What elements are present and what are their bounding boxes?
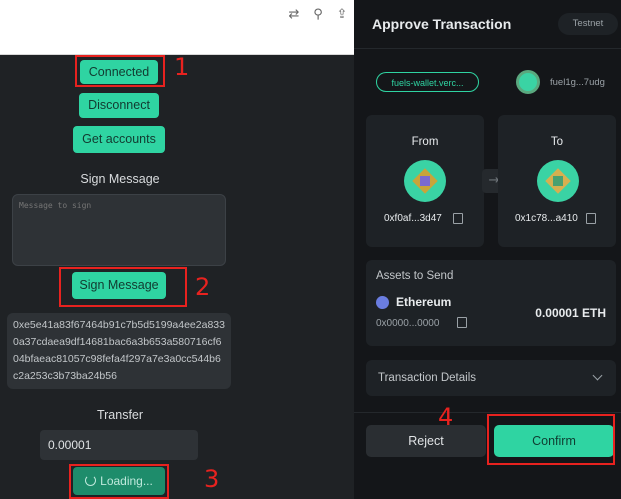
from-avatar — [404, 160, 446, 202]
annotation-number-3: 3 — [204, 465, 220, 493]
asset-amount: 0.00001 ETH — [535, 306, 606, 320]
assets-heading: Assets to Send — [376, 270, 454, 282]
annotation-number-1: 1 — [174, 53, 190, 81]
transfer-heading: Transfer — [96, 408, 144, 422]
account-avatar — [516, 70, 540, 94]
origin-badge: fuels-wallet.verc... — [376, 72, 479, 92]
signature-output: 0xe5e41a83f67464b91c7b5d5199a4ee2a8330a3… — [7, 313, 231, 389]
annotation-box-4 — [487, 414, 615, 465]
ethereum-icon — [376, 296, 389, 309]
header-divider — [354, 48, 621, 49]
to-label: To — [550, 136, 564, 148]
wallet-title: Approve Transaction — [372, 16, 512, 32]
transfer-amount-input[interactable]: 0.00001 — [40, 430, 198, 460]
copy-to-icon[interactable] — [586, 213, 596, 224]
zoom-icon[interactable]: ⚲ — [309, 6, 327, 24]
get-accounts-button[interactable]: Get accounts — [73, 126, 165, 153]
copy-from-icon[interactable] — [453, 213, 463, 224]
footer-divider — [354, 412, 621, 413]
annotation-box-2 — [59, 267, 187, 307]
from-address: 0xf0af...3d47 — [384, 213, 442, 224]
transaction-details-label: Transaction Details — [378, 372, 477, 384]
annotation-box-3 — [69, 464, 169, 499]
message-input[interactable] — [12, 194, 226, 266]
asset-name: Ethereum — [396, 295, 452, 309]
share-icon[interactable]: ⇪ — [333, 6, 351, 24]
account-address: fuel1g...7udg — [550, 77, 605, 88]
to-avatar — [537, 160, 579, 202]
disconnect-button[interactable]: Disconnect — [79, 93, 159, 118]
to-address: 0x1c78...a410 — [515, 213, 578, 224]
browser-toolbar: ⇄ ⚲ ⇪ — [0, 0, 354, 55]
annotation-number-2: 2 — [195, 273, 211, 301]
annotation-number-4: 4 — [438, 403, 454, 431]
asset-id: 0x0000...0000 — [376, 318, 440, 329]
translate-icon[interactable]: ⇄ — [285, 6, 303, 24]
annotation-box-1 — [75, 55, 165, 87]
reject-button[interactable]: Reject — [366, 425, 486, 457]
sign-message-heading: Sign Message — [80, 172, 160, 186]
copy-asset-icon[interactable] — [457, 317, 467, 328]
from-label: From — [411, 136, 439, 148]
network-badge[interactable]: Testnet — [558, 13, 618, 35]
